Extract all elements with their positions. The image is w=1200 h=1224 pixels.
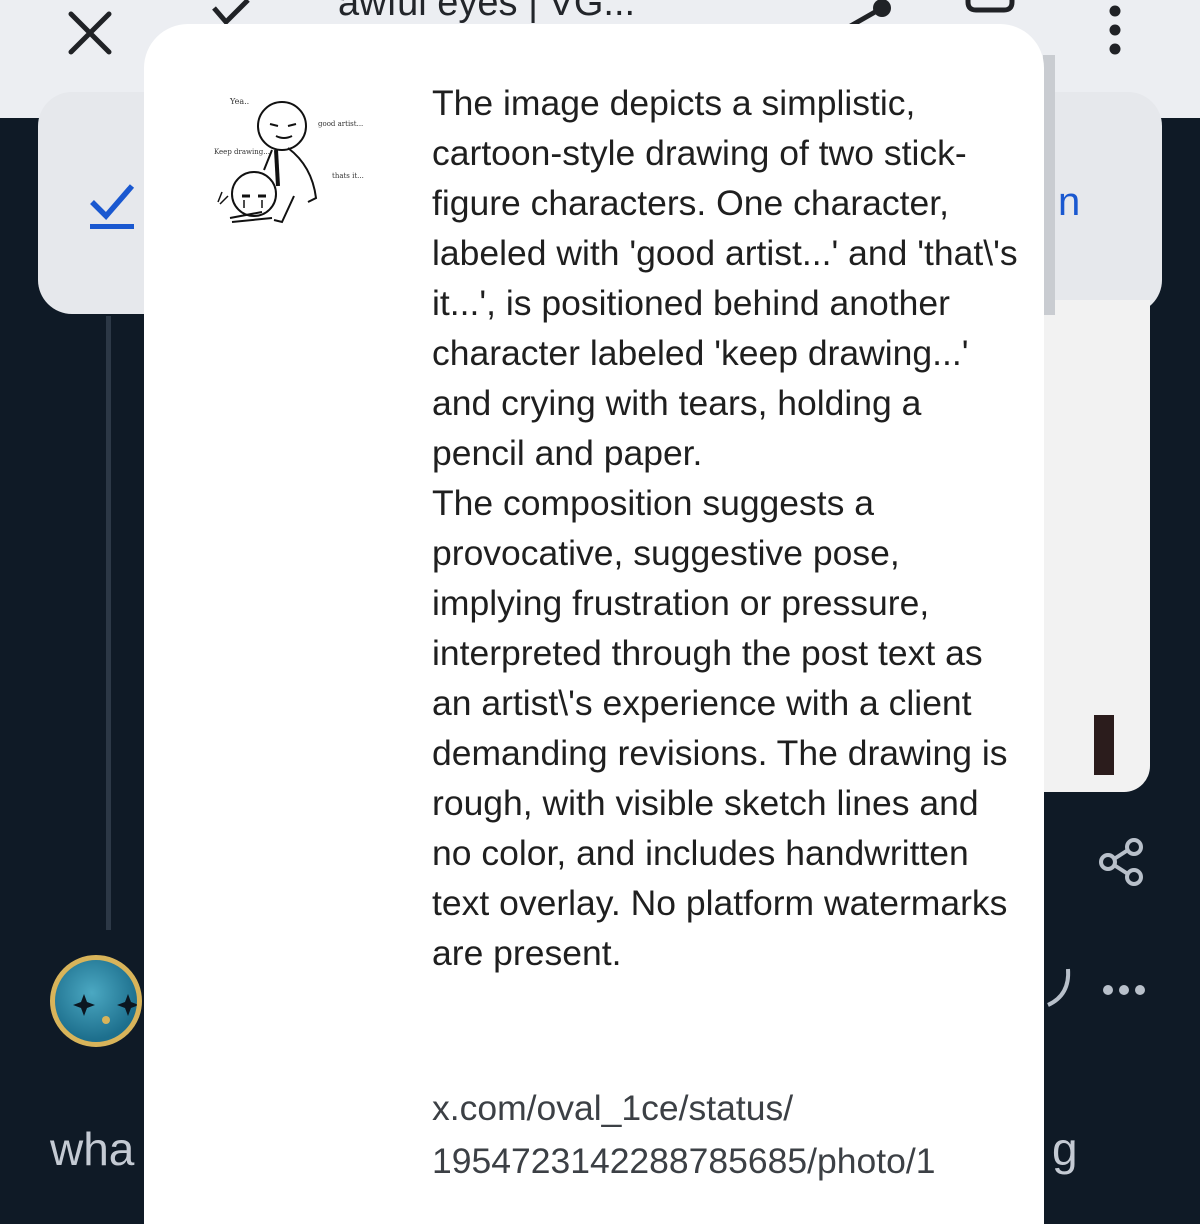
source-link-line-2[interactable]: 1954723142288785685/photo/1 [432, 1135, 1022, 1188]
modal-edge [1043, 55, 1055, 315]
share-icon[interactable] [1098, 838, 1146, 886]
background-text-left: wha [50, 1123, 135, 1175]
sketch-drawing: Yea.. good artist... Keep drawing.... th… [214, 97, 364, 224]
source-link-line-1[interactable]: x.com/oval_1ce/status/ [432, 1082, 1022, 1135]
thumb-label-yea: Yea.. [229, 97, 249, 106]
page-title: awful eyes | VG... [338, 0, 636, 24]
thumb-label-good-artist: good artist... [318, 120, 363, 128]
thumb-label-keep-drawing: Keep drawing.... [214, 148, 272, 156]
image-description-text: The image depicts a simplistic, cartoon-… [432, 83, 1018, 973]
more-horiz-icon[interactable] [1100, 980, 1148, 1000]
image-description-sheet: Yea.. good artist... Keep drawing.... th… [144, 24, 1044, 1224]
thread-line [106, 316, 111, 930]
thumb-label-thats-it: thats it... [332, 172, 364, 180]
checkmark-icon[interactable] [88, 178, 136, 230]
background-text-right: g [1052, 1123, 1078, 1175]
background-button-text[interactable]: n [1058, 180, 1080, 225]
image-thumbnail[interactable]: Yea.. good artist... Keep drawing.... th… [212, 86, 392, 266]
avatar[interactable] [50, 955, 142, 1047]
close-icon[interactable] [60, 10, 120, 55]
more-vert-icon[interactable] [1095, 4, 1135, 60]
source-link[interactable]: x.com/oval_1ce/status/ 19547231422887856… [432, 1082, 1022, 1188]
background-image-detail [1094, 715, 1114, 775]
decorative-icon [1040, 965, 1080, 1015]
